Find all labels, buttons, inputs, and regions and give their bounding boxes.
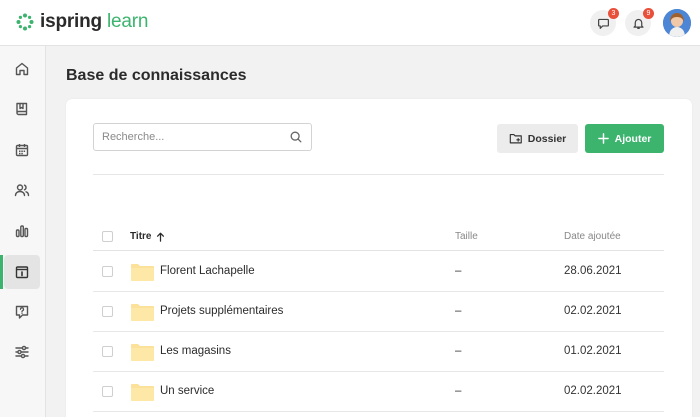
new-folder-label: Dossier (527, 132, 567, 145)
folder-icon (131, 344, 154, 361)
sidebar-item-help[interactable] (4, 295, 40, 329)
row-name[interactable]: Projets supplémentaires (160, 305, 283, 317)
folder-add-icon (509, 133, 522, 144)
logo-icon (16, 13, 34, 31)
chart-icon (15, 225, 29, 238)
table-row[interactable]: Les magasins – 01.02.2021 (93, 332, 664, 372)
row-size: – (455, 265, 462, 277)
table-row[interactable]: Un service – 02.02.2021 (93, 372, 664, 412)
folder-icon (131, 304, 154, 321)
messages-badge: 3 (608, 8, 619, 19)
user-avatar[interactable] (663, 9, 691, 37)
folder-icon (131, 264, 154, 281)
row-date: 02.02.2021 (564, 305, 622, 317)
avatar-image (663, 9, 691, 37)
toolbar-divider (93, 174, 664, 175)
sidebar-item-home[interactable] (4, 52, 40, 86)
table-row[interactable]: Projets supplémentaires – 02.02.2021 (93, 292, 664, 332)
messages-button[interactable]: 3 (590, 8, 619, 36)
notifications-button[interactable]: 9 (625, 8, 654, 36)
select-all-checkbox[interactable] (102, 231, 113, 242)
sidebar-item-courses[interactable] (4, 92, 40, 126)
row-date: 28.06.2021 (564, 265, 622, 277)
table-row[interactable]: Florent Lachapelle – 28.06.2021 (93, 252, 664, 292)
message-icon (597, 18, 609, 29)
column-title[interactable]: Titre (130, 231, 165, 242)
column-title-label: Titre (130, 231, 152, 242)
logo-text: ispring learn (40, 11, 148, 33)
row-checkbox[interactable] (102, 306, 113, 317)
ispring-learn-logo[interactable]: ispring learn (16, 10, 148, 34)
sidebar-item-knowledge-base[interactable] (0, 255, 40, 289)
row-checkbox[interactable] (102, 266, 113, 277)
row-size: – (455, 345, 462, 357)
add-button[interactable]: Ajouter (585, 124, 664, 153)
settings-sliders-icon (15, 345, 29, 359)
row-date: 01.02.2021 (564, 345, 622, 357)
new-folder-button[interactable]: Dossier (497, 124, 578, 153)
home-icon (15, 62, 29, 76)
row-size: – (455, 385, 462, 397)
plus-icon (597, 133, 609, 144)
folder-icon (131, 384, 154, 401)
column-size[interactable]: Taille (455, 231, 478, 242)
search-box[interactable] (93, 123, 312, 151)
top-bar: ispring learn 3 9 (0, 0, 700, 46)
knowledge-base-icon (15, 266, 29, 279)
column-date[interactable]: Date ajoutée (564, 231, 621, 242)
bell-icon (632, 18, 644, 29)
search-input[interactable] (102, 129, 282, 145)
sidebar-item-reports[interactable] (4, 214, 40, 248)
table-header: Titre Taille Date ajoutée (93, 226, 664, 251)
book-icon (16, 102, 28, 116)
row-name[interactable]: Florent Lachapelle (160, 265, 255, 277)
row-checkbox[interactable] (102, 346, 113, 357)
search-icon[interactable] (289, 130, 303, 144)
row-date: 02.02.2021 (564, 385, 622, 397)
sidebar-item-settings[interactable] (4, 335, 40, 369)
help-icon (15, 305, 29, 319)
calendar-icon (15, 144, 29, 157)
sidebar-item-calendar[interactable] (4, 133, 40, 167)
add-label: Ajouter (614, 132, 652, 145)
sidebar (0, 46, 46, 417)
notifications-badge: 9 (643, 8, 654, 19)
logo-text-ispring: ispring (40, 11, 102, 32)
sidebar-item-users[interactable] (4, 173, 40, 207)
logo-text-learn: learn (101, 11, 149, 32)
row-name[interactable]: Les magasins (160, 345, 231, 357)
row-checkbox[interactable] (102, 386, 113, 397)
users-icon (14, 184, 30, 197)
sort-ascending-icon (156, 232, 164, 242)
page-title: Base de connaissances (66, 67, 247, 84)
row-size: – (455, 305, 462, 317)
row-name[interactable]: Un service (160, 385, 214, 397)
